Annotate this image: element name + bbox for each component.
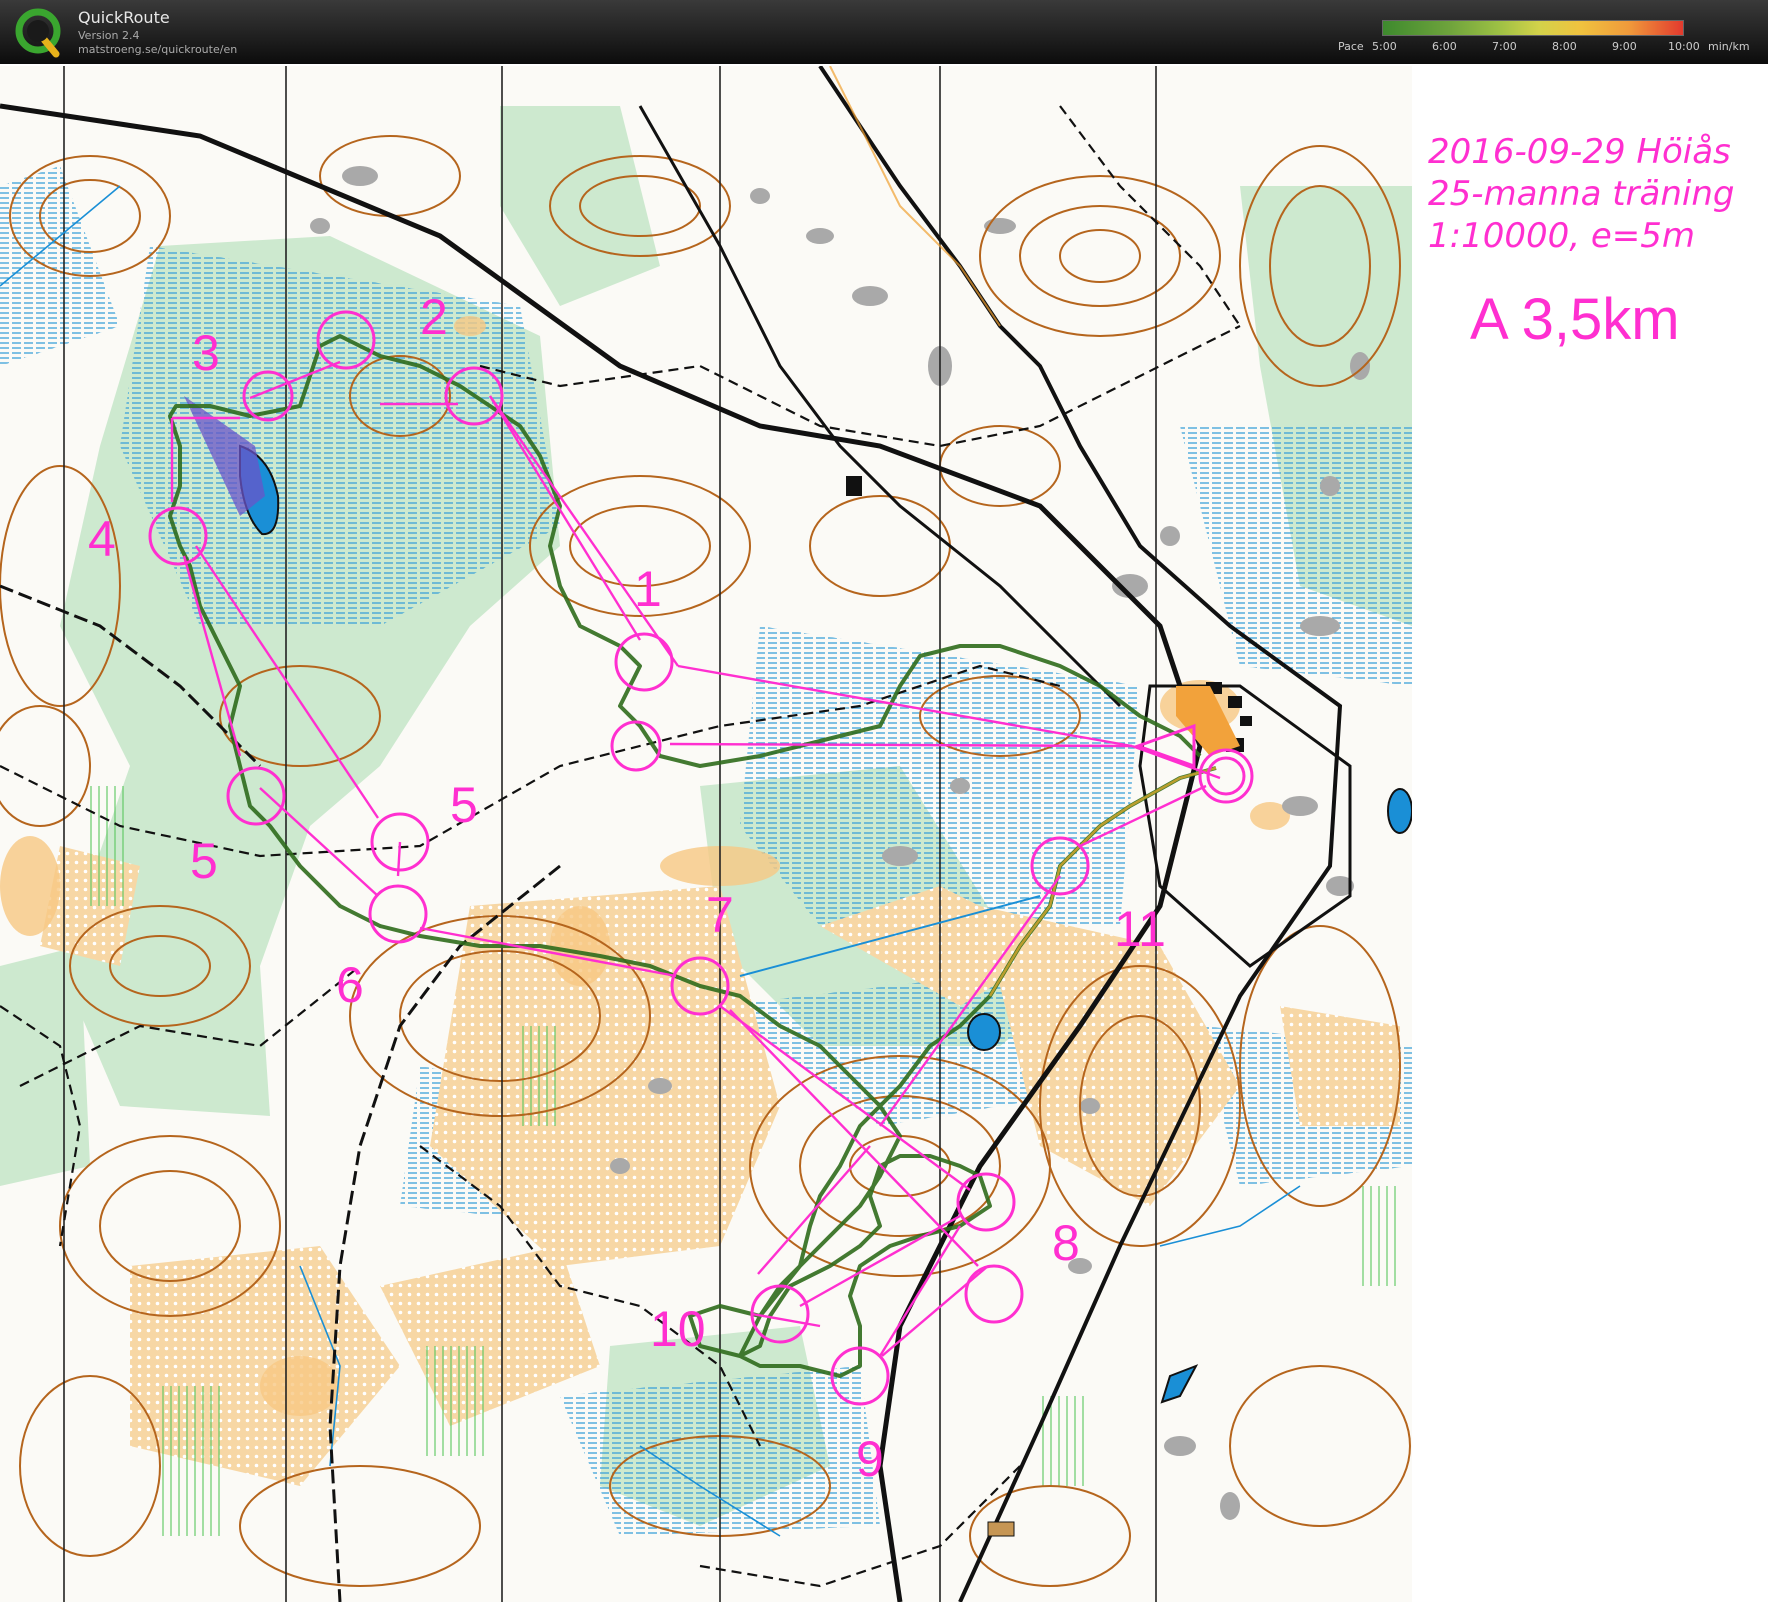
pond [1387,788,1412,834]
control-number: 6 [336,957,364,1013]
control-number: 7 [706,887,734,943]
scale-line: 1:10000, e=5m [1428,216,1696,256]
course-length-label: A 3,5km [1470,287,1680,352]
control-number: 5 [190,833,218,889]
pace-tick: 8:00 [1552,40,1577,53]
control-number: 8 [1052,1215,1080,1271]
control-number: 11 [1114,901,1166,957]
course-info-panel: 2016-09-29 Höiås 25-manna träning 1:1000… [1412,66,1768,1602]
pace-label: Pace [1338,40,1364,53]
control-number: 5 [450,777,478,833]
control-number: 9 [856,1431,884,1487]
pace-tick: 10:00 [1668,40,1700,53]
orienteering-map[interactable]: 1 2 3 4 5 5 6 7 8 9 10 11 [0,66,1412,1602]
building [987,1521,1015,1537]
control-number: 10 [650,1301,706,1357]
pace-tick: 5:00 [1372,40,1397,53]
event-date-line: 2016-09-29 Höiås [1428,132,1731,172]
app-url[interactable]: matstroeng.se/quickroute/en [78,43,237,56]
app-version: Version 2.4 [78,29,140,42]
control-number: 3 [192,325,220,381]
pace-tick: 9:00 [1612,40,1637,53]
pace-tick: 6:00 [1432,40,1457,53]
control-number: 1 [634,561,662,617]
pace-unit: min/km [1708,40,1750,53]
pond [967,1013,1001,1051]
control-number: 2 [420,289,448,345]
pace-color-bar [1382,20,1684,36]
app-title: QuickRoute [78,8,170,27]
control-number: 4 [88,511,116,567]
pace-scale: Pace 5:00 6:00 7:00 8:00 9:00 10:00 min/… [1334,6,1768,56]
app-header: QuickRoute Version 2.4 matstroeng.se/qui… [0,0,1768,64]
map-canvas[interactable]: 1 2 3 4 5 5 6 7 8 9 10 11 [0,66,1412,1602]
quickroute-logo-icon [15,8,61,58]
event-name-line: 25-manna träning [1428,174,1735,214]
pace-tick: 7:00 [1492,40,1517,53]
